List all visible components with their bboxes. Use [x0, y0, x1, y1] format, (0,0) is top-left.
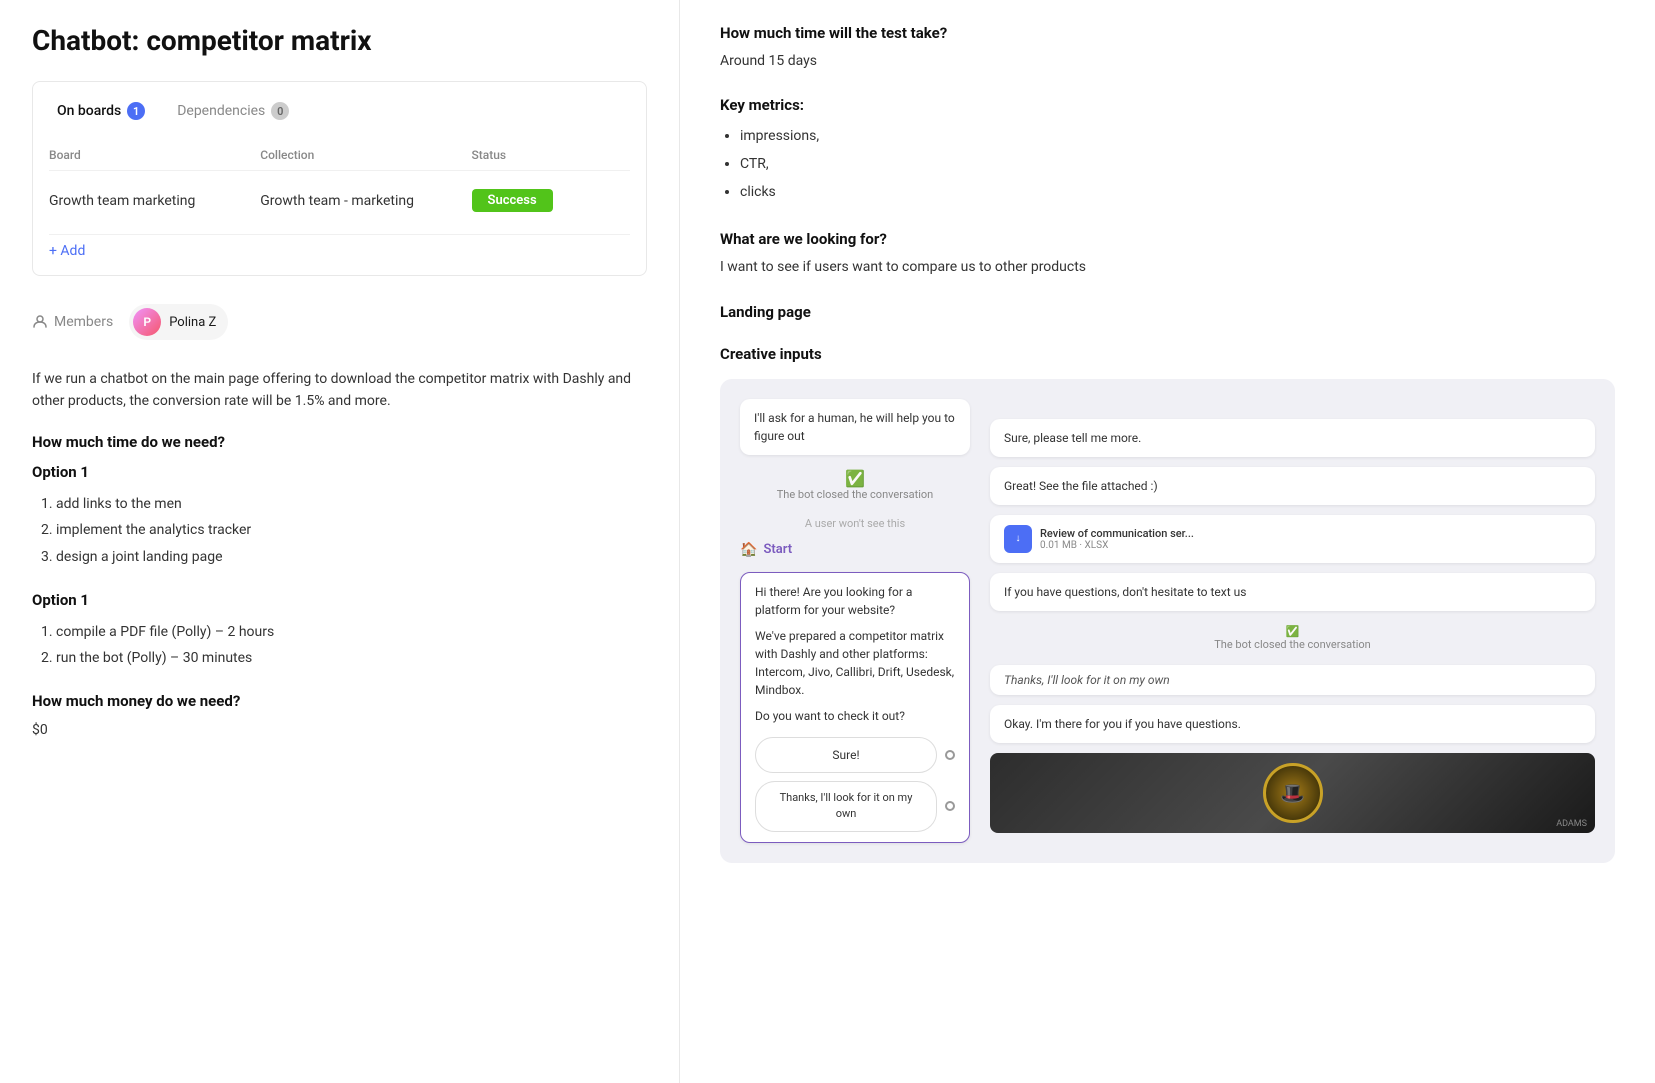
col-collection: Collection	[260, 148, 471, 162]
person-icon	[32, 314, 48, 330]
right-bot-closed: ✅ The bot closed the conversation	[990, 621, 1595, 655]
landing-page-section: Landing page	[720, 303, 1615, 321]
test-time-section: How much time will the test take? Around…	[720, 24, 1615, 72]
body-text: If we run a chatbot on the main page off…	[32, 368, 647, 413]
member-chip: P Polina Z	[129, 304, 228, 340]
row-status: Success	[472, 189, 630, 212]
tabs-container: On boards 1 Dependencies 0 Board Collect…	[32, 81, 647, 276]
time-heading: How much time do we need?	[32, 433, 647, 451]
looking-for-question: What are we looking for?	[720, 230, 1615, 248]
money-answer: $0	[32, 722, 647, 738]
chat-preview: I'll ask for a human, he will help you t…	[720, 379, 1615, 863]
table-row: Growth team marketing Growth team - mark…	[49, 179, 630, 222]
creative-inputs-section: Creative inputs I'll ask for a human, he…	[720, 345, 1615, 863]
start-text: Start	[763, 542, 792, 557]
avatar: P	[133, 308, 161, 336]
chat-left-column: I'll ask for a human, he will help you t…	[740, 399, 970, 843]
tab-on-boards-badge: 1	[127, 102, 145, 120]
right-bubble-1: Sure, please tell me more.	[990, 419, 1595, 457]
right-bubble-2: Great! See the file attached :)	[990, 467, 1595, 505]
file-size: 0.01 MB · XLSX	[1040, 540, 1194, 551]
option2-list: compile a PDF file (Polly) – 2 hours run…	[32, 619, 647, 672]
creative-inputs-title: Creative inputs	[720, 345, 1615, 363]
members-row: Members P Polina Z	[32, 296, 647, 348]
sure-button[interactable]: Sure!	[755, 737, 937, 773]
table-header: Board Collection Status	[49, 140, 630, 171]
metric-item: clicks	[740, 178, 1615, 206]
metrics-list: impressions, CTR, clicks	[720, 122, 1615, 206]
tab-on-boards-label: On boards	[57, 103, 121, 119]
thanks-connector-dot	[945, 801, 955, 811]
members-label: Members	[32, 314, 113, 330]
list-item: run the bot (Polly) – 30 minutes	[56, 645, 647, 672]
right-panel: How much time will the test take? Around…	[680, 0, 1655, 1083]
start-label: 🏠 Start	[740, 542, 970, 558]
top-bot-bubble: I'll ask for a human, he will help you t…	[740, 399, 970, 455]
main-chat-area: Hi there! Are you looking for a platform…	[740, 572, 970, 843]
file-attachment: ↓ Review of communication ser... 0.01 MB…	[990, 515, 1595, 563]
tab-dependencies[interactable]: Dependencies 0	[169, 98, 297, 124]
key-metrics-section: Key metrics: impressions, CTR, clicks	[720, 96, 1615, 206]
thanks-button[interactable]: Thanks, I'll look for it on my own	[755, 781, 937, 832]
status-badge: Success	[472, 189, 553, 212]
option1-list: add links to the men implement the analy…	[32, 491, 647, 571]
sure-btn-area: Sure!	[755, 737, 955, 773]
col-board: Board	[49, 148, 260, 162]
test-time-answer: Around 15 days	[720, 50, 1615, 72]
list-item: add links to the men	[56, 491, 647, 518]
user-wont-see: A user won't see this	[740, 515, 970, 532]
member-name: Polina Z	[169, 315, 216, 330]
check-icon: ✅	[845, 469, 865, 488]
bot-closed-text: The bot closed the conversation	[777, 488, 934, 501]
check-icon-2: ✅	[1286, 625, 1300, 638]
tab-on-boards[interactable]: On boards 1	[49, 98, 153, 124]
user-reply-bubble: Thanks, I'll look for it on my own	[990, 665, 1595, 695]
row-board: Growth team marketing	[49, 193, 260, 209]
page-title: Chatbot: competitor matrix	[32, 24, 647, 57]
money-heading: How much money do we need?	[32, 692, 647, 710]
tab-dependencies-label: Dependencies	[177, 103, 265, 119]
key-metrics-question: Key metrics:	[720, 96, 1615, 114]
tabs-header: On boards 1 Dependencies 0	[49, 98, 630, 124]
row-collection: Growth team - marketing	[260, 193, 471, 209]
left-panel: Chatbot: competitor matrix On boards 1 D…	[0, 0, 680, 1083]
chat-bubble-1: Hi there! Are you looking for a platform…	[755, 583, 955, 619]
file-info: Review of communication ser... 0.01 MB ·…	[1040, 527, 1194, 551]
metric-item: impressions,	[740, 122, 1615, 150]
test-time-question: How much time will the test take?	[720, 24, 1615, 42]
bot-closed-action: ✅ The bot closed the conversation	[740, 465, 970, 505]
list-item: design a joint landing page	[56, 544, 647, 571]
metric-item: CTR,	[740, 150, 1615, 178]
right-bubble-3: If you have questions, don't hesitate to…	[990, 573, 1595, 611]
add-button[interactable]: + Add	[49, 234, 630, 259]
image-inner: 🎩	[1263, 763, 1323, 823]
image-watermark: ADAMS	[1556, 819, 1587, 829]
landing-page-label: Landing page	[720, 303, 1615, 321]
bot-closed-text-2: The bot closed the conversation	[1214, 638, 1371, 651]
download-icon: ↓	[1004, 525, 1032, 553]
looking-for-section: What are we looking for? I want to see i…	[720, 230, 1615, 278]
tab-dependencies-badge: 0	[271, 102, 289, 120]
list-item: compile a PDF file (Polly) – 2 hours	[56, 619, 647, 646]
chat-right-column: Sure, please tell me more. Great! See th…	[990, 399, 1595, 843]
house-icon: 🏠	[740, 542, 757, 558]
members-text: Members	[54, 314, 113, 330]
chat-bubble-2: We've prepared a competitor matrix with …	[755, 627, 955, 699]
list-item: implement the analytics tracker	[56, 517, 647, 544]
thanks-btn-area: Thanks, I'll look for it on my own	[755, 781, 955, 832]
sure-connector-dot	[945, 750, 955, 760]
looking-for-answer: I want to see if users want to compare u…	[720, 256, 1615, 278]
option1-heading: Option 1	[32, 463, 647, 481]
add-button-label: + Add	[49, 243, 85, 259]
right-bubble-4: Okay. I'm there for you if you have ques…	[990, 705, 1595, 743]
chat-bubble-3: Do you want to check it out?	[755, 707, 955, 725]
col-status: Status	[472, 148, 630, 162]
file-name: Review of communication ser...	[1040, 527, 1194, 540]
option2-heading: Option 1	[32, 591, 647, 609]
image-preview: 🎩 ADAMS	[990, 753, 1595, 833]
